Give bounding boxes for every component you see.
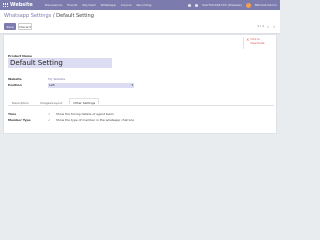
menu-item-invoice[interactable]: Invoice: [121, 3, 132, 7]
pager-next-icon[interactable]: ›: [271, 23, 277, 29]
time-checkbox[interactable]: ✓: [48, 112, 51, 116]
breadcrumb-current: Default Setting: [56, 13, 94, 19]
app-brand[interactable]: Website: [10, 2, 33, 8]
pager-value[interactable]: 1 / 1: [257, 24, 264, 28]
deactivate-button[interactable]: × Click to Deactivate: [243, 37, 273, 49]
breadcrumb-parent[interactable]: Whatsapp Settings: [4, 13, 51, 19]
tab-images-layout[interactable]: Images/Layout: [36, 98, 66, 105]
user-menu[interactable]: Mitchell Admin: [255, 3, 277, 7]
menu-item-events[interactable]: Events: [67, 3, 77, 7]
member-type-checkbox[interactable]: ✓: [48, 118, 51, 122]
time-description: Show the timing details of agent team: [56, 112, 114, 116]
deactivate-icon: ×: [246, 37, 250, 42]
deactivate-label: Click to Deactivate: [250, 38, 265, 45]
discard-button[interactable]: Discard: [18, 23, 32, 30]
activity-icon[interactable]: [195, 3, 199, 7]
save-button[interactable]: Save: [4, 23, 16, 30]
product-name-input[interactable]: Default Setting: [8, 58, 112, 68]
menu-item-payment[interactable]: Payment: [82, 3, 95, 7]
position-label: Position: [8, 83, 22, 87]
menu-item-discussions[interactable]: Discussions: [45, 3, 63, 7]
menu-item-whatsapp[interactable]: Whatsapp: [101, 3, 116, 7]
menu-item-recording[interactable]: Recording: [136, 3, 151, 7]
position-select[interactable]: Left ▾: [48, 83, 134, 88]
website-label: Website: [8, 77, 22, 81]
avatar[interactable]: [245, 2, 251, 8]
position-value: Left: [49, 83, 55, 87]
member-type-label: Member Type: [8, 118, 31, 122]
tab-description[interactable]: Description: [8, 98, 33, 105]
tab-divider: [8, 105, 274, 106]
apps-grid-icon[interactable]: [3, 2, 8, 8]
form-sheet: × Click to Deactivate Product Name Defau…: [3, 34, 277, 134]
control-panel: Whatsapp Settings / Default Setting Save…: [0, 10, 280, 34]
member-type-description: Show the type of member in the whatsapp …: [56, 118, 135, 122]
chat-icon[interactable]: [188, 3, 192, 7]
top-navbar: Website Discussions Events Payment Whats…: [0, 0, 280, 10]
time-label: Time: [8, 112, 17, 116]
breadcrumb: Whatsapp Settings / Default Setting: [4, 13, 94, 19]
company-switcher[interactable]: SAUTOCASE LTD (Preview): [202, 3, 242, 7]
notebook-tabs: Description Images/Layout Other Settings: [8, 98, 102, 105]
chevron-down-icon: ▾: [131, 83, 133, 87]
tab-other-settings[interactable]: Other Settings: [69, 98, 100, 105]
website-field[interactable]: My Website: [48, 77, 65, 81]
top-right-area: SAUTOCASE LTD (Preview) Mitchell Admin: [188, 2, 277, 8]
